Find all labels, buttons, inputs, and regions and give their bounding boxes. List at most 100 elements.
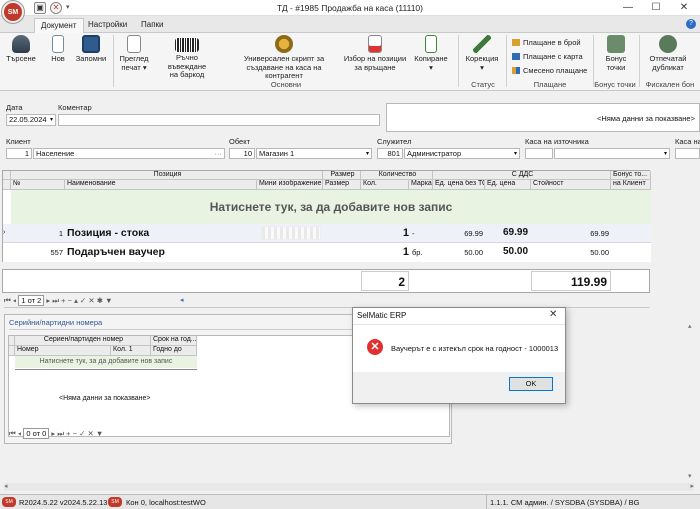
prev-record-icon[interactable]: ◂ bbox=[18, 429, 21, 438]
last-record-icon[interactable]: ⏭ bbox=[57, 429, 64, 438]
first-record-icon[interactable]: ⏮ bbox=[9, 429, 16, 438]
object-name-field[interactable]: Магазин 1 ▾ bbox=[256, 148, 372, 159]
cancel-record-icon[interactable]: ✕ bbox=[88, 296, 94, 305]
tab-settings[interactable]: Настройки bbox=[82, 18, 133, 33]
product-thumbnail bbox=[261, 226, 321, 240]
search-button[interactable]: Търсене bbox=[4, 35, 38, 64]
mixed-payment-icon bbox=[512, 67, 520, 74]
tab-document[interactable]: Документ bbox=[34, 18, 84, 33]
serial-col-number[interactable]: Номер bbox=[15, 346, 111, 356]
next-record-icon[interactable]: ▸ bbox=[46, 296, 50, 305]
table-row[interactable]: 557 Подаръчен ваучер 1 бр. 50.00 50.00 5… bbox=[3, 243, 651, 262]
col-value[interactable]: Стойност bbox=[531, 180, 611, 190]
table-row[interactable]: › 1 Позиция - стока 1 - 69.99 69.99 69.9… bbox=[3, 224, 651, 243]
add-record-icon[interactable]: + bbox=[66, 429, 70, 438]
filter-icon[interactable]: ▼ bbox=[96, 429, 103, 438]
horizontal-scrollbar[interactable]: ◂ ▸ bbox=[4, 483, 694, 491]
col-name[interactable]: Наименование bbox=[65, 180, 257, 190]
serial-add-record-row[interactable]: Натиснете тук, за да добавите нов запис bbox=[15, 356, 197, 368]
bonus-points-button[interactable]: Бонус точки bbox=[596, 35, 636, 72]
scroll-up-icon[interactable]: ▴ bbox=[688, 322, 692, 330]
client-code-field[interactable]: 1 bbox=[6, 148, 32, 159]
copy-button[interactable]: Копиране ▾ bbox=[410, 35, 452, 72]
scroll-right-icon[interactable]: ▸ bbox=[690, 482, 694, 490]
maximize-button[interactable]: ☐ bbox=[642, 0, 670, 16]
target-register-field[interactable] bbox=[675, 148, 700, 159]
source-register-code-field[interactable] bbox=[525, 148, 553, 159]
add-record-icon[interactable]: + bbox=[61, 296, 65, 305]
ok-button[interactable]: OK bbox=[509, 377, 553, 391]
vertical-scrollbar[interactable]: ▴ ▾ bbox=[688, 322, 696, 480]
col-thumbnail[interactable]: Мини изображение bbox=[257, 180, 323, 190]
filter-icon[interactable]: ▼ bbox=[105, 296, 112, 305]
return-document-icon bbox=[368, 35, 382, 53]
app-logo[interactable]: SM bbox=[2, 1, 24, 23]
minimize-button[interactable]: — bbox=[614, 0, 642, 16]
chevron-down-icon[interactable]: ▾ bbox=[514, 149, 517, 158]
quick-access-dropdown-icon[interactable]: ▾ bbox=[66, 3, 70, 11]
help-icon[interactable]: ? bbox=[686, 19, 696, 29]
serial-col-qty[interactable]: Кол. 1 bbox=[111, 346, 151, 356]
delete-record-icon[interactable]: − bbox=[73, 429, 77, 438]
fiscal-printer-icon bbox=[659, 35, 677, 53]
object-code-field[interactable]: 10 bbox=[229, 148, 255, 159]
total-value: 119.99 bbox=[531, 271, 611, 291]
first-record-icon[interactable]: ⏮ bbox=[4, 296, 11, 305]
universal-script-button[interactable]: Универсален скрипт за създаване на каса … bbox=[228, 35, 340, 81]
ellipsis-icon[interactable]: ··· bbox=[215, 149, 223, 158]
correction-button[interactable]: Корекция ▾ bbox=[462, 35, 502, 72]
dialog-close-icon[interactable]: ✕ bbox=[549, 309, 557, 320]
col-qty[interactable]: Кол. bbox=[361, 180, 409, 190]
quick-close-icon[interactable]: ✕ bbox=[50, 2, 62, 14]
serial-col-expiry[interactable]: Годно до bbox=[151, 346, 197, 356]
delete-record-icon[interactable]: − bbox=[68, 296, 72, 305]
select-return-items-button[interactable]: Избор на позиции за връщане bbox=[342, 35, 408, 72]
pay-cash-button[interactable]: Плащане в брой bbox=[512, 38, 581, 47]
employee-name-field[interactable]: Администратор ▾ bbox=[404, 148, 520, 159]
close-window-button[interactable]: ✕ bbox=[670, 0, 698, 16]
scroll-left-icon[interactable]: ◂ bbox=[4, 482, 8, 490]
date-field[interactable]: 22.05.2024 ▾ bbox=[6, 114, 56, 126]
tab-folders[interactable]: Папки bbox=[135, 18, 170, 33]
print-duplicate-button[interactable]: Отпечатай дубликат bbox=[642, 35, 694, 72]
pay-card-button[interactable]: Плащане с карта bbox=[512, 52, 583, 61]
save-record-icon[interactable]: ✓ bbox=[80, 296, 86, 305]
chevron-down-icon[interactable]: ▾ bbox=[366, 149, 369, 158]
save-record-icon[interactable]: ✓ bbox=[79, 429, 85, 438]
client-name-field[interactable]: Население ··· bbox=[33, 148, 225, 159]
group-payment-label: Плащане bbox=[533, 80, 567, 89]
col-brand[interactable]: Марка bbox=[409, 180, 433, 190]
save-button[interactable]: Запомни bbox=[74, 35, 108, 64]
edit-record-icon[interactable]: ▴ bbox=[74, 296, 78, 305]
manual-barcode-button[interactable]: Ръчно въвеждане на баркод bbox=[156, 35, 218, 80]
scroll-left-icon[interactable]: ◂ bbox=[180, 296, 184, 304]
pay-mixed-button[interactable]: Смесено плащане bbox=[512, 66, 587, 75]
next-record-icon[interactable]: ▸ bbox=[51, 429, 55, 438]
print-preview-button[interactable]: Преглед печат ▾ bbox=[116, 35, 152, 72]
chevron-down-icon[interactable]: ▾ bbox=[50, 115, 53, 125]
add-new-record-row[interactable]: Натиснете тук, за да добавите нов запис bbox=[11, 190, 651, 224]
refresh-icon[interactable]: ✱ bbox=[97, 296, 103, 305]
title-bar: ТД - #1985 Продажба на каса (11110) bbox=[0, 0, 700, 16]
serial-empty-text: <Няма данни за показване> bbox=[59, 395, 151, 402]
error-icon: ✕ bbox=[367, 339, 383, 355]
col-unit-price-no-disc[interactable]: Ед. цена без ТО bbox=[433, 180, 485, 190]
ribbon-separator bbox=[458, 35, 459, 87]
employee-code-field[interactable]: 801 bbox=[377, 148, 403, 159]
source-register-name-field[interactable]: ▾ bbox=[554, 148, 670, 159]
col-client-bonus[interactable]: на Клиент bbox=[611, 180, 651, 190]
comment-field[interactable] bbox=[58, 114, 380, 126]
last-record-icon[interactable]: ⏭ bbox=[52, 296, 59, 305]
cash-icon bbox=[512, 39, 520, 46]
col-number[interactable]: № bbox=[11, 180, 65, 190]
scroll-down-icon[interactable]: ▾ bbox=[688, 472, 692, 480]
col-unit-price[interactable]: Ед. цена bbox=[485, 180, 531, 190]
error-dialog: SelMatic ERP ✕ ✕ Ваучерът е с изтекъл ср… bbox=[352, 307, 566, 404]
chevron-down-icon[interactable]: ▾ bbox=[664, 149, 667, 158]
employee-label: Служител bbox=[377, 137, 412, 146]
quick-save-icon[interactable]: ▣ bbox=[34, 2, 46, 14]
new-button[interactable]: Нов bbox=[46, 35, 70, 64]
prev-record-icon[interactable]: ◂ bbox=[13, 296, 16, 305]
col-size[interactable]: Размер bbox=[323, 180, 361, 190]
cancel-record-icon[interactable]: ✕ bbox=[87, 429, 93, 438]
